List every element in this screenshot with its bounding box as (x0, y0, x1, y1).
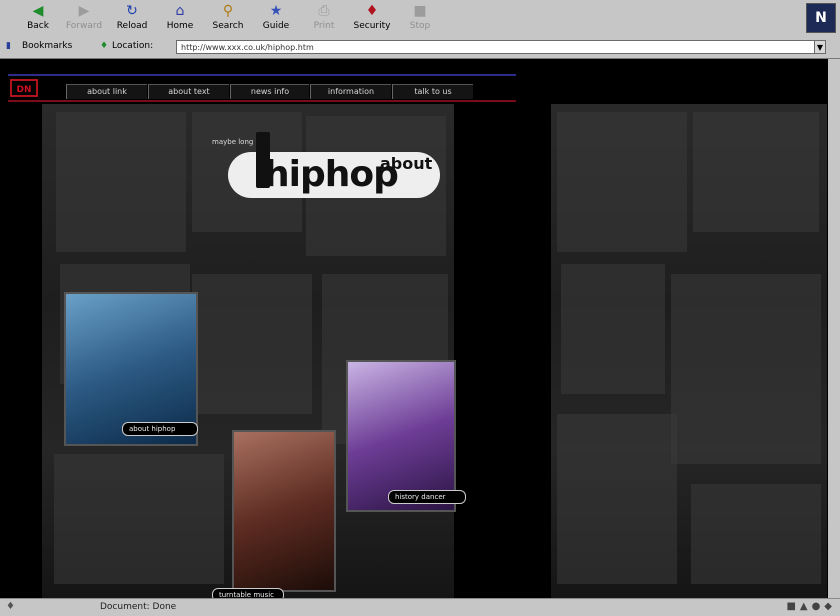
logo-about-text: about (380, 154, 433, 173)
search-icon: ⚲ (222, 3, 234, 19)
logo-main-text: hiphop (264, 154, 399, 195)
reload-button[interactable]: ↻ Reload (110, 2, 154, 36)
site-nav: DN about link about text news info infor… (8, 74, 516, 102)
print-button[interactable]: ⎙ Print (302, 2, 346, 36)
bookmarks-button[interactable]: Bookmarks (22, 41, 72, 51)
stop-label: Stop (409, 21, 431, 31)
status-component-icons[interactable]: ■▲●◆ (786, 601, 836, 612)
photo-label-2[interactable]: history dancer (388, 490, 466, 504)
search-button[interactable]: ⚲ Search (206, 2, 250, 36)
photo-label-1[interactable]: about hiphop (122, 422, 198, 436)
guide-icon: ★ (269, 3, 283, 19)
page-scrollbar[interactable] (828, 59, 840, 598)
hiphop-logo: maybe long hiphop about (212, 132, 440, 202)
guide-label: Guide (262, 21, 290, 31)
security-button[interactable]: ♦ Security (350, 2, 394, 36)
nav-top-divider (8, 74, 516, 76)
home-icon: ⌂ (175, 3, 185, 19)
site-nav-logo[interactable]: DN (10, 79, 38, 97)
location-dropdown-icon[interactable]: ▼ (814, 40, 826, 54)
back-arrow-icon: ◀ (32, 3, 44, 19)
location-label: Location: (112, 41, 154, 51)
logo-subtitle: maybe long (212, 138, 254, 146)
forward-button[interactable]: ▶ Forward (62, 2, 106, 36)
back-label: Back (27, 21, 49, 31)
stop-button[interactable]: ■ Stop (398, 2, 442, 36)
print-icon: ⎙ (318, 3, 330, 19)
nav-bottom-divider (8, 100, 516, 102)
back-button[interactable]: ◀ Back (16, 2, 60, 36)
reload-label: Reload (116, 21, 148, 31)
location-input[interactable]: http://www.xxx.co.uk/hiphop.htm (176, 40, 826, 54)
nav-item-3[interactable]: information (310, 84, 391, 99)
nav-item-4[interactable]: talk to us (392, 84, 473, 99)
home-label: Home (166, 21, 194, 31)
collage-background-right (551, 104, 827, 598)
search-label: Search (212, 21, 244, 31)
guide-button[interactable]: ★ Guide (254, 2, 298, 36)
security-status-icon[interactable]: ♦ (6, 601, 15, 612)
forward-arrow-icon: ▶ (78, 3, 90, 19)
security-label: Security (353, 21, 391, 31)
nav-item-0[interactable]: about link (66, 84, 147, 99)
nav-item-1[interactable]: about text (148, 84, 229, 99)
forward-label: Forward (65, 21, 103, 31)
print-label: Print (313, 21, 335, 31)
lock-icon: ♦ (365, 3, 379, 19)
home-button[interactable]: ⌂ Home (158, 2, 202, 36)
status-text: Document: Done (100, 602, 177, 612)
status-bar: ♦ Document: Done ■▲●◆ (0, 598, 840, 616)
bookmarks-icon: ▮ (6, 41, 11, 51)
netscape-logo-icon[interactable]: N (806, 3, 836, 33)
photo-link-3[interactable] (232, 430, 336, 592)
nav-item-2[interactable]: news info (230, 84, 309, 99)
location-bar: ▮ Bookmarks ♦ Location: http://www.xxx.c… (0, 38, 840, 59)
stop-icon: ■ (413, 3, 427, 19)
reload-icon: ↻ (126, 3, 138, 19)
browser-toolbar: ◀ Back ▶ Forward ↻ Reload ⌂ Home ⚲ Searc… (0, 0, 840, 39)
location-icon: ♦ (100, 41, 109, 51)
